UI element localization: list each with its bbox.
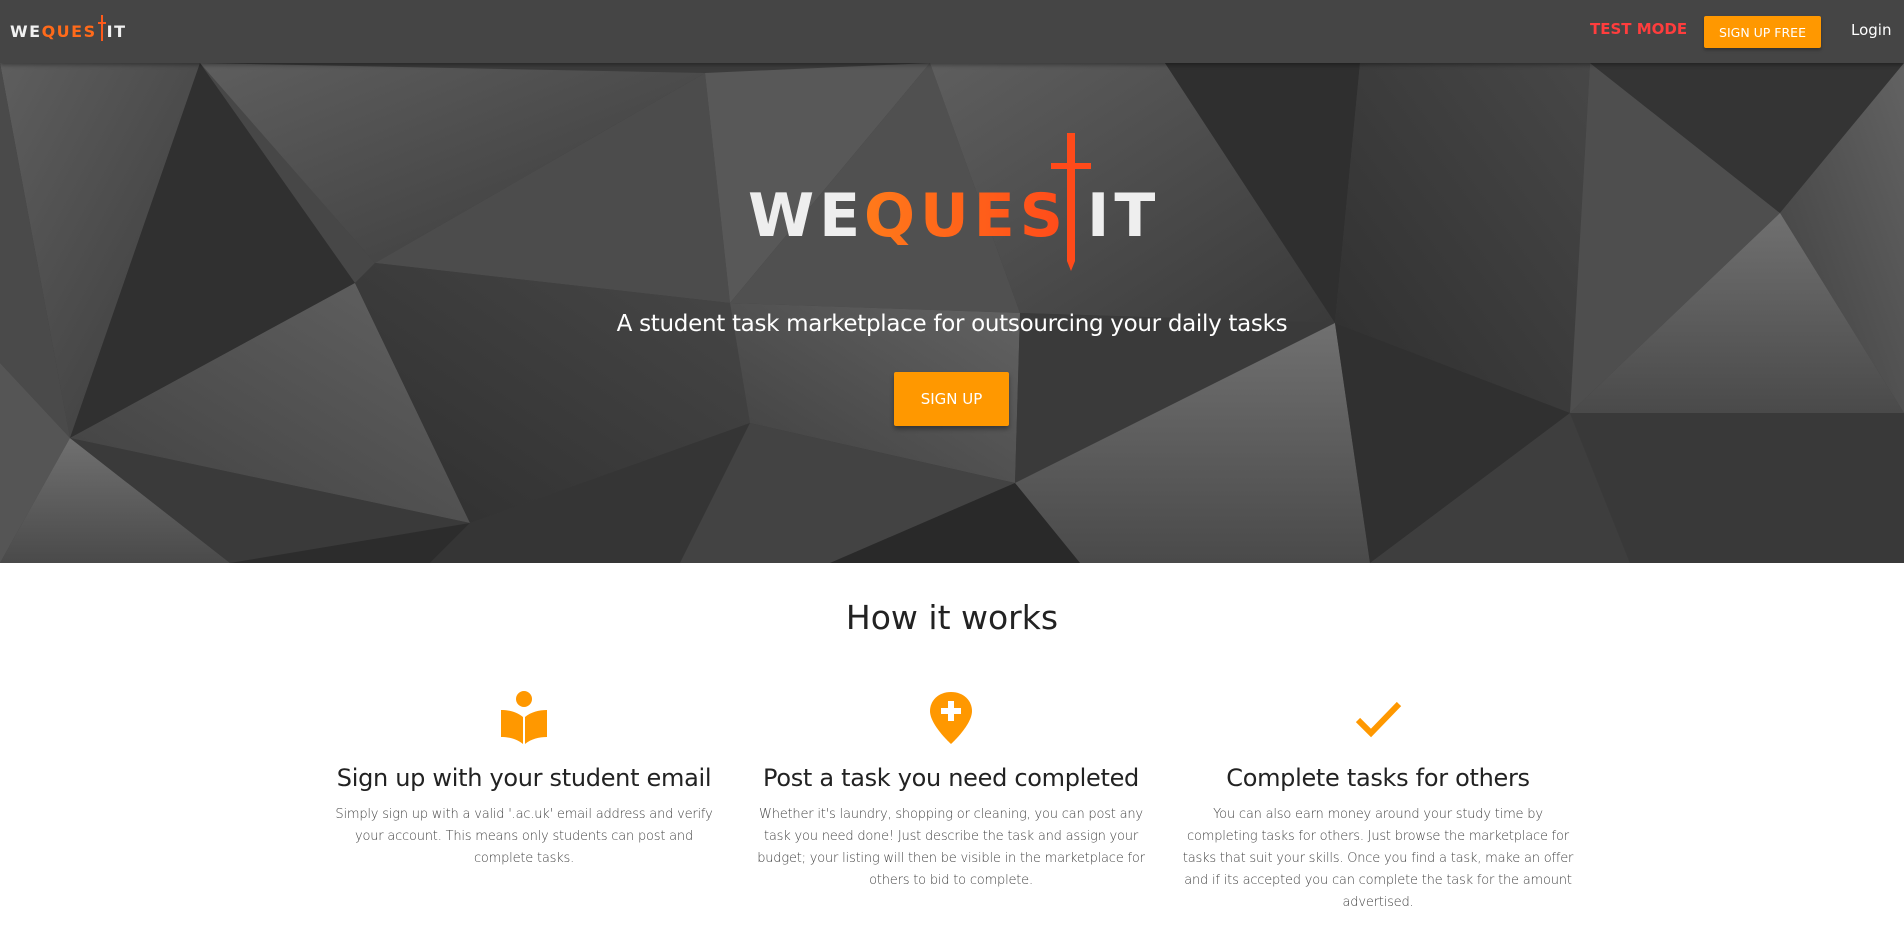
hero-logo-it: IT xyxy=(1087,181,1160,251)
feature-complete-tasks: Complete tasks for others You can also e… xyxy=(1173,690,1583,914)
feature-title: Complete tasks for others xyxy=(1226,764,1530,792)
top-navbar: WE QUES IT TEST MODE SIGN UP FREE Login xyxy=(0,0,1904,63)
nav-signup-button[interactable]: SIGN UP FREE xyxy=(1704,16,1821,48)
feature-signup: Sign up with your student email Simply s… xyxy=(319,690,729,870)
hero-section: WE QUES IT A student task marketplace fo… xyxy=(0,63,1904,563)
hero-logo: WE QUES IT xyxy=(748,133,1160,271)
logo-text-ques: QUES xyxy=(41,22,97,41)
test-mode-label: TEST MODE xyxy=(1590,20,1688,38)
nav-logo[interactable]: WE QUES IT xyxy=(10,15,127,47)
feature-text: You can also earn money around your stud… xyxy=(1182,807,1574,910)
feature-text: Simply sign up with a valid '.ac.uk' ema… xyxy=(335,807,713,866)
hero-signup-button[interactable]: SIGN UP xyxy=(894,372,1009,426)
login-link[interactable]: Login xyxy=(1851,21,1891,39)
logo-text-it: IT xyxy=(106,22,127,41)
sword-icon xyxy=(97,15,106,41)
feature-post-task: Post a task you need completed Whether i… xyxy=(746,690,1156,892)
hero-logo-we: WE xyxy=(748,181,865,251)
how-it-works-title: How it works xyxy=(845,598,1059,637)
map-pin-plus-icon xyxy=(930,692,972,744)
book-reader-icon xyxy=(501,691,547,744)
feature-text: Whether it's laundry, shopping or cleani… xyxy=(757,807,1145,888)
feature-title: Sign up with your student email xyxy=(336,764,712,792)
feature-title: Post a task you need completed xyxy=(763,764,1139,792)
hero-tagline: A student task marketplace for outsourci… xyxy=(616,311,1288,337)
hero-logo-ques: QUES xyxy=(864,181,1068,251)
logo-text-we: WE xyxy=(10,22,42,41)
checkmark-icon xyxy=(1355,701,1402,738)
